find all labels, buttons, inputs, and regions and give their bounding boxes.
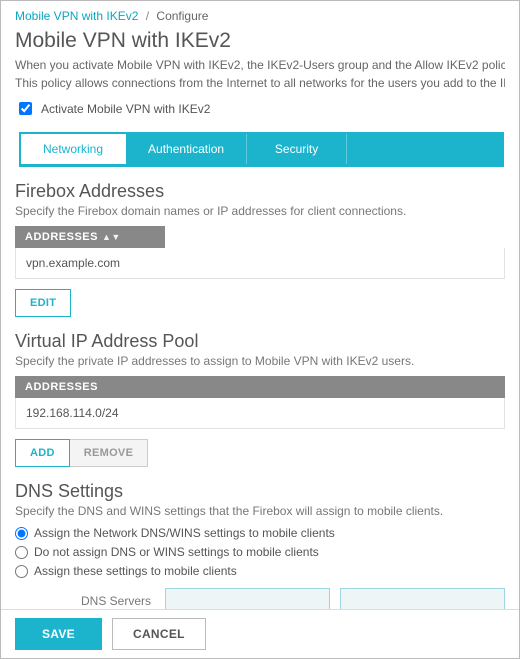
remove-button[interactable]: REMOVE [70, 439, 148, 467]
tab-bar: Networking Authentication Security [19, 132, 504, 167]
page-desc-2: This policy allows connections from the … [15, 75, 505, 91]
tab-networking[interactable]: Networking [21, 134, 126, 164]
dns-opt3-label: Assign these settings to mobile clients [34, 564, 237, 578]
pool-col-label: ADDRESSES [25, 381, 98, 393]
table-row[interactable]: vpn.example.com [16, 248, 504, 278]
dns-radio-custom[interactable] [15, 565, 28, 578]
table-row[interactable]: 192.168.114.0/24 [16, 398, 504, 428]
add-button[interactable]: ADD [15, 439, 70, 467]
firebox-sub: Specify the Firebox domain names or IP a… [15, 204, 505, 218]
footer-bar: SAVE CANCEL [1, 609, 519, 658]
page-desc-1: When you activate Mobile VPN with IKEv2,… [15, 57, 505, 73]
breadcrumb-current: Configure [156, 9, 208, 23]
sort-icon: ▲▼ [102, 233, 121, 242]
pool-sub: Specify the private IP addresses to assi… [15, 354, 505, 368]
cancel-button[interactable]: CANCEL [112, 618, 206, 650]
breadcrumb: Mobile VPN with IKEv2 / Configure [15, 9, 505, 23]
dns-sub: Specify the DNS and WINS settings that t… [15, 504, 505, 518]
dns-radio-none[interactable] [15, 546, 28, 559]
activate-label: Activate Mobile VPN with IKEv2 [41, 102, 210, 116]
dns-servers-label: DNS Servers [15, 594, 165, 608]
dns-radio-network[interactable] [15, 527, 28, 540]
pool-table: 192.168.114.0/24 [15, 398, 505, 429]
dns-heading: DNS Settings [15, 481, 505, 502]
firebox-table: vpn.example.com [15, 248, 505, 279]
dns-opt2-label: Do not assign DNS or WINS settings to mo… [34, 545, 319, 559]
edit-button[interactable]: EDIT [15, 289, 71, 317]
tab-authentication[interactable]: Authentication [126, 134, 247, 164]
breadcrumb-separator: / [146, 9, 149, 23]
firebox-heading: Firebox Addresses [15, 181, 505, 202]
dns-opt1-label: Assign the Network DNS/WINS settings to … [34, 526, 335, 540]
firebox-col-label: ADDRESSES [25, 231, 98, 243]
save-button[interactable]: SAVE [15, 618, 102, 650]
activate-checkbox[interactable] [19, 102, 32, 115]
tab-security[interactable]: Security [247, 134, 347, 164]
page-title: Mobile VPN with IKEv2 [15, 29, 505, 53]
firebox-col-header[interactable]: ADDRESSES ▲▼ [15, 226, 165, 248]
pool-heading: Virtual IP Address Pool [15, 331, 505, 352]
tab-spacer [347, 134, 502, 164]
pool-col-header[interactable]: ADDRESSES [15, 376, 505, 398]
breadcrumb-parent-link[interactable]: Mobile VPN with IKEv2 [15, 9, 138, 23]
